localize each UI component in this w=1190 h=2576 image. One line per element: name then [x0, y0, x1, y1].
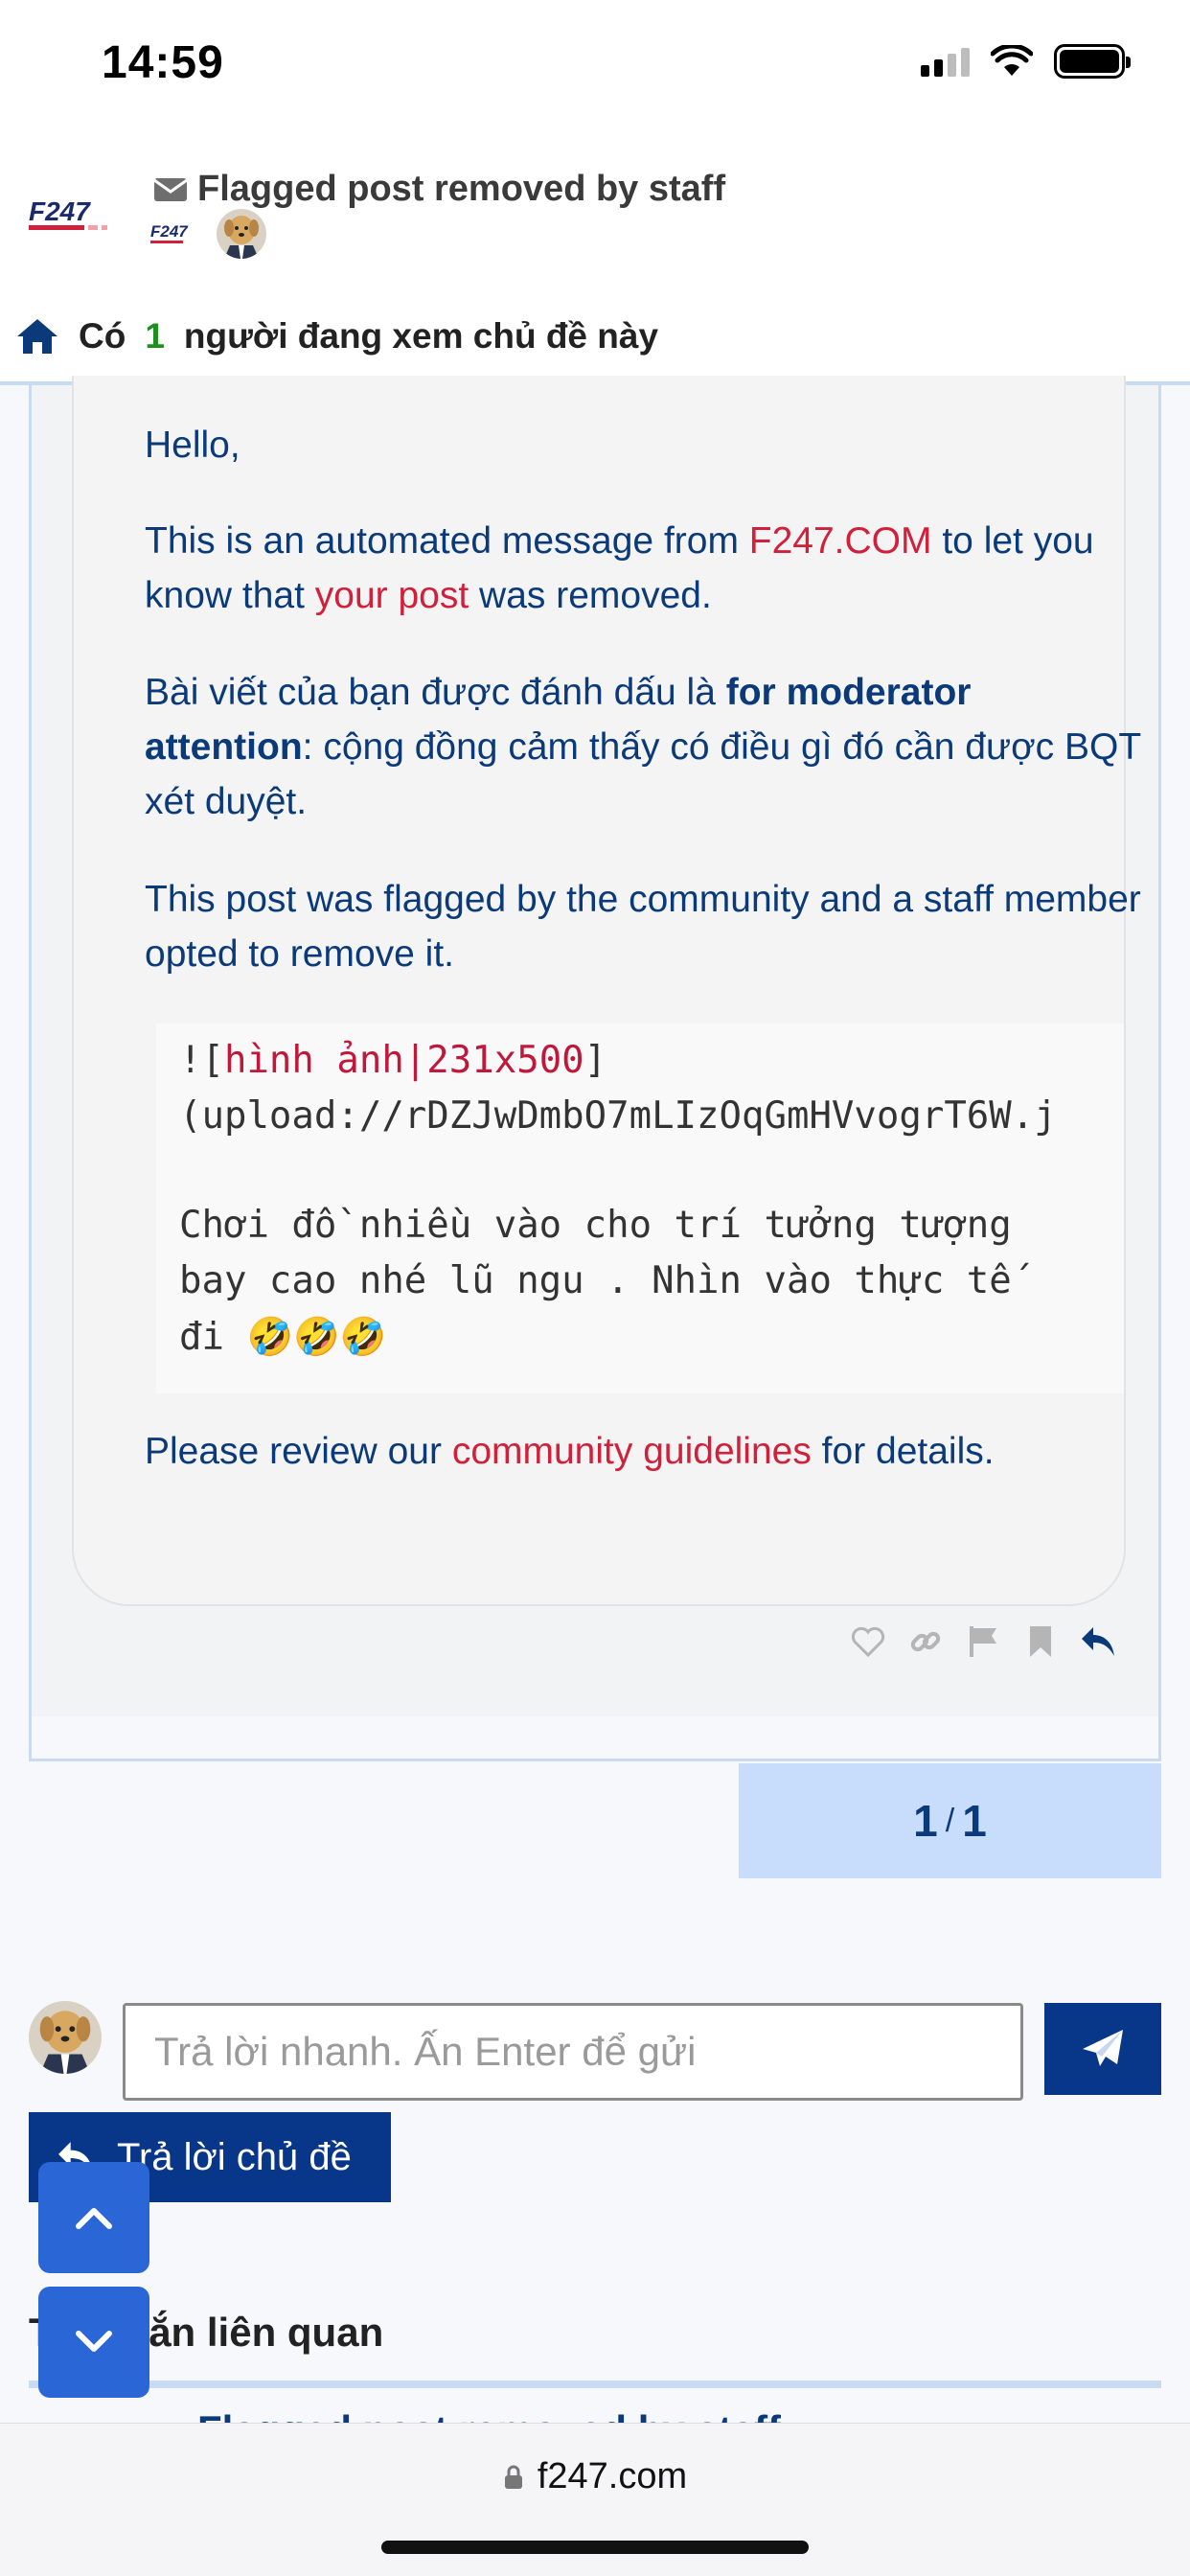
- participants: F247: [149, 209, 266, 259]
- lock-icon: [504, 2465, 522, 2489]
- chevron-down-icon: [76, 2331, 112, 2352]
- f247-logo[interactable]: F247: [27, 194, 119, 236]
- svg-text:F247: F247: [150, 222, 189, 241]
- envelope-icon: [153, 177, 188, 201]
- bookmark-button[interactable]: [1022, 1623, 1059, 1660]
- viewers-prefix: Có: [79, 316, 126, 356]
- home-icon[interactable]: [15, 317, 59, 356]
- code-line-1: ![hình ảnh|231x500]: [179, 1039, 607, 1082]
- reply-icon: [1082, 1627, 1114, 1656]
- paper-plane-icon: [1083, 2030, 1123, 2066]
- code-line-5: đi 🤣🤣🤣: [179, 1316, 387, 1359]
- flag-button[interactable]: [965, 1623, 1001, 1660]
- viewers-indicator: Có 1 người đang xem chủ đề này: [15, 316, 658, 356]
- removed-post-code-block: ![hình ảnh|231x500] (upload://rDZJwDmbO7…: [156, 1024, 1124, 1393]
- wifi-icon: [991, 45, 1033, 76]
- status-time: 14:59: [102, 37, 224, 88]
- quick-reply-input[interactable]: [123, 2003, 1023, 2101]
- send-button[interactable]: [1044, 2003, 1161, 2095]
- topic-title-text: Flagged post removed by staff: [197, 169, 726, 209]
- viewers-count: 1: [145, 316, 165, 356]
- chevron-up-icon: [76, 2208, 112, 2229]
- reply-topic-label: Trả lời chủ đề: [117, 2135, 352, 2178]
- participant-f247-avatar[interactable]: F247: [149, 219, 203, 248]
- topic-header: F247 Flagged post removed by staff F247: [0, 134, 1190, 385]
- url-display[interactable]: f247.com: [0, 2456, 1190, 2497]
- pager-total: 1: [962, 1796, 987, 1846]
- code-line-2: (upload://rDZJwDmbO7mLIzOqGmHVvogrT6W.j: [179, 1094, 1057, 1138]
- system-message-card: Hello, This is an automated message from…: [72, 376, 1141, 1606]
- code-line-4: bay cao nhé lũ ngu . Nhìn vào thực tế: [179, 1259, 1012, 1302]
- post-pager[interactable]: 1 / 1: [739, 1763, 1161, 1878]
- link-icon: [910, 1631, 941, 1652]
- participant-dog-avatar[interactable]: [217, 209, 266, 259]
- message-greeting: Hello,: [145, 425, 240, 466]
- message-paragraph-1: This is an automated message from F247.C…: [145, 520, 1094, 616]
- like-button[interactable]: [850, 1623, 886, 1660]
- browser-url-bar[interactable]: f247.com: [0, 2423, 1190, 2576]
- battery-icon: [1054, 44, 1131, 79]
- current-user-avatar[interactable]: [29, 2001, 102, 2074]
- flag-icon: [970, 1626, 996, 1657]
- your-post-link[interactable]: your post: [315, 575, 469, 616]
- scroll-up-button[interactable]: [38, 2162, 149, 2273]
- site-link[interactable]: F247.COM: [749, 520, 932, 562]
- post-container: Hello, This is an automated message from…: [29, 376, 1161, 1761]
- post-footer-spacer: [32, 1716, 1158, 1759]
- message-paragraph-3: This post was flagged by the community a…: [145, 879, 1141, 975]
- community-guidelines-link[interactable]: community guidelines: [452, 1431, 812, 1472]
- related-divider: [29, 2380, 1161, 2388]
- pager-separator: /: [945, 1802, 955, 1839]
- bookmark-icon: [1030, 1626, 1051, 1657]
- message-paragraph-2: Bài viết của bạn được đánh dấu là for mo…: [145, 672, 1141, 822]
- status-bar: 14:59: [0, 0, 1190, 134]
- copy-link-button[interactable]: [907, 1623, 944, 1660]
- status-icons: [921, 44, 1131, 79]
- pager-current: 1: [913, 1796, 938, 1846]
- scroll-down-button[interactable]: [38, 2287, 149, 2398]
- cellular-signal-icon: [921, 46, 970, 77]
- url-text: f247.com: [537, 2456, 688, 2496]
- reply-button[interactable]: [1080, 1623, 1116, 1660]
- code-line-3: Chơi đồ nhiều vào cho trí tưởng tượng: [179, 1204, 1012, 1247]
- message-paragraph-4: Please review our community guidelines f…: [145, 1431, 995, 1472]
- topic-title: Flagged post removed by staff: [153, 169, 725, 210]
- svg-text:F247: F247: [29, 196, 91, 226]
- post-actions: [850, 1623, 1116, 1660]
- viewers-suffix: người đang xem chủ đề này: [183, 316, 659, 356]
- home-indicator[interactable]: [381, 2541, 809, 2554]
- heart-icon: [851, 1626, 885, 1657]
